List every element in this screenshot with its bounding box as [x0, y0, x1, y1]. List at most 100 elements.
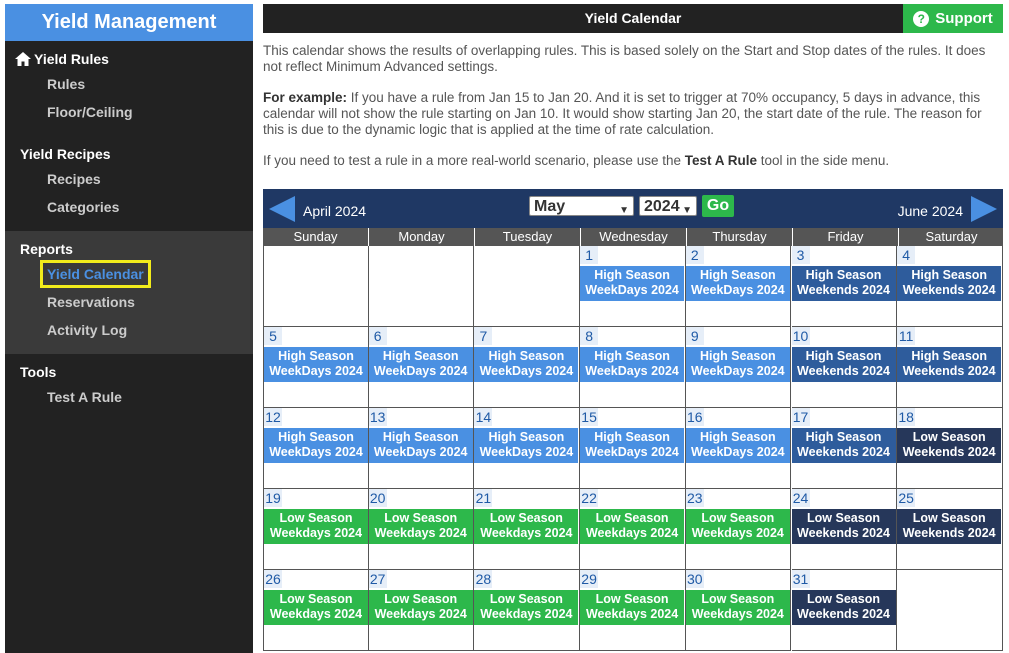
day-number: 30 — [685, 570, 704, 588]
rule-event[interactable]: Low Season Weekdays 2024 — [264, 509, 368, 544]
section-heading-yield-recipes: Yield Recipes — [20, 146, 111, 162]
rule-event[interactable]: High Season Weekends 2024 — [897, 266, 1002, 301]
sidebar-item-rules[interactable]: Rules — [5, 70, 253, 98]
rule-event[interactable]: High Season WeekDays 2024 — [368, 347, 473, 382]
day-cell: 10 High Season Weekends 2024 — [791, 327, 898, 408]
day-number: 4 — [897, 246, 916, 264]
calendar-grid: 1 High Season WeekDays 2024 2 High Season W… — [263, 246, 1003, 651]
month-select[interactable]: May ▼ — [529, 196, 634, 216]
rule-event[interactable]: High Season WeekDays 2024 — [474, 428, 579, 463]
sidebar-item-test-a-rule[interactable]: Test A Rule — [5, 383, 253, 411]
day-cell: 17 High Season Weekends 2024 — [791, 408, 898, 489]
day-number: 10 — [791, 327, 810, 345]
day-cell: 23 Low Season Weekdays 2024 — [685, 489, 792, 570]
rule-event[interactable]: Low Season Weekdays 2024 — [580, 590, 685, 625]
rule-event[interactable]: Low Season Weekdays 2024 — [264, 590, 368, 625]
rule-event[interactable]: High Season Weekends 2024 — [791, 428, 896, 463]
weekday-header: Sunday Monday Tuesday Wednesday Thursday… — [263, 228, 1003, 246]
day-cell: 26 Low Season Weekdays 2024 — [263, 570, 369, 651]
day-cell: 15 High Season WeekDays 2024 — [580, 408, 686, 489]
rule-event[interactable]: Low Season Weekdays 2024 — [474, 590, 579, 625]
day-cell: 2 High Season WeekDays 2024 — [685, 246, 792, 327]
day-cell: 22 Low Season Weekdays 2024 — [580, 489, 686, 570]
rule-event[interactable]: High Season WeekDays 2024 — [264, 428, 368, 463]
weekday-tuesday: Tuesday — [475, 228, 581, 246]
go-button[interactable]: Go — [702, 195, 734, 217]
month-select-value: May — [534, 198, 566, 215]
rule-event[interactable]: Low Season Weekdays 2024 — [474, 509, 579, 544]
rule-event[interactable]: Low Season Weekdays 2024 — [368, 590, 473, 625]
sidebar-item-yield-calendar[interactable]: Yield Calendar — [5, 260, 253, 288]
day-number: 9 — [685, 327, 704, 345]
day-cell: 14 High Season WeekDays 2024 — [474, 408, 581, 489]
day-number: 18 — [897, 408, 916, 426]
day-cell: 28 Low Season Weekdays 2024 — [474, 570, 581, 651]
rule-event[interactable]: High Season WeekDays 2024 — [580, 428, 685, 463]
rule-event[interactable]: High Season WeekDays 2024 — [580, 266, 685, 301]
question-icon: ? — [913, 10, 930, 27]
example-text: If you have a rule from Jan 15 to Jan 20… — [263, 90, 982, 137]
day-cell: 12 High Season WeekDays 2024 — [263, 408, 369, 489]
prev-month-arrow-icon[interactable] — [269, 196, 295, 222]
rule-event[interactable]: High Season Weekends 2024 — [791, 347, 896, 382]
day-number: 27 — [368, 570, 387, 588]
rule-event[interactable]: Low Season Weekends 2024 — [791, 590, 896, 625]
section-yield-rules: Yield Rules Rules Floor/Ceiling — [5, 41, 253, 136]
next-month-arrow-icon[interactable] — [971, 196, 997, 222]
rule-event[interactable]: High Season WeekDays 2024 — [580, 347, 685, 382]
section-heading-yield-rules: Yield Rules — [5, 48, 253, 70]
rule-event[interactable]: Low Season Weekdays 2024 — [685, 509, 790, 544]
day-number: 17 — [791, 408, 810, 426]
chevron-down-icon: ▼ — [682, 205, 692, 216]
sidebar-item-yield-calendar-label[interactable]: Yield Calendar — [40, 260, 151, 288]
day-number: 28 — [474, 570, 493, 588]
empty-day-cell — [368, 246, 475, 327]
section-tools: Tools Test A Rule — [5, 354, 253, 421]
sidebar: Yield Management Yield Rules Rules Floor… — [5, 4, 253, 653]
app-title: Yield Management — [5, 4, 253, 41]
rule-event[interactable]: Low Season Weekdays 2024 — [580, 509, 685, 544]
sidebar-item-categories[interactable]: Categories — [5, 193, 253, 221]
day-number: 31 — [791, 570, 810, 588]
rule-event[interactable]: Low Season Weekends 2024 — [897, 509, 1002, 544]
support-label: Support — [935, 10, 993, 27]
description-paragraph-2: For example: If you have a rule from Jan… — [263, 90, 998, 138]
day-cell: 18 Low Season Weekends 2024 — [897, 408, 1003, 489]
day-number: 22 — [580, 489, 599, 507]
support-button[interactable]: ? Support — [903, 4, 1003, 33]
sidebar-item-activity-log[interactable]: Activity Log — [5, 316, 253, 344]
day-cell: 13 High Season WeekDays 2024 — [368, 408, 475, 489]
test-rule-post: tool in the side menu. — [757, 153, 890, 168]
section-heading-label: Yield Rules — [34, 51, 109, 67]
sidebar-item-recipes[interactable]: Recipes — [5, 165, 253, 193]
description-paragraph-3: If you need to test a rule in a more rea… — [263, 153, 998, 169]
day-number: 19 — [264, 489, 282, 507]
year-select[interactable]: 2024 ▼ — [639, 196, 697, 216]
day-number: 8 — [580, 327, 599, 345]
page-title: Yield Calendar — [584, 10, 682, 26]
rule-event[interactable]: Low Season Weekdays 2024 — [685, 590, 790, 625]
prev-month-link[interactable]: April 2024 — [303, 203, 366, 219]
rule-event[interactable]: High Season WeekDays 2024 — [264, 347, 368, 382]
rule-event[interactable]: High Season WeekDays 2024 — [685, 347, 790, 382]
rule-event[interactable]: High Season WeekDays 2024 — [685, 266, 790, 301]
sidebar-item-reservations[interactable]: Reservations — [5, 288, 253, 316]
day-cell: 11 High Season Weekends 2024 — [897, 327, 1003, 408]
rule-event[interactable]: High Season WeekDays 2024 — [685, 428, 790, 463]
rule-event[interactable]: Low Season Weekdays 2024 — [368, 509, 473, 544]
rule-event[interactable]: High Season Weekends 2024 — [791, 266, 896, 301]
next-month-link[interactable]: June 2024 — [898, 203, 963, 219]
day-number: 21 — [474, 489, 493, 507]
rule-event[interactable]: High Season Weekends 2024 — [897, 347, 1002, 382]
weekday-saturday: Saturday — [925, 229, 978, 244]
description: This calendar shows the results of overl… — [263, 43, 998, 184]
day-cell: 6 High Season WeekDays 2024 — [368, 327, 475, 408]
day-number: 16 — [685, 408, 704, 426]
rule-event[interactable]: High Season WeekDays 2024 — [368, 428, 473, 463]
rule-event[interactable]: High Season WeekDays 2024 — [474, 347, 579, 382]
day-number: 29 — [580, 570, 599, 588]
day-cell: 4 High Season Weekends 2024 — [897, 246, 1003, 327]
rule-event[interactable]: Low Season Weekends 2024 — [791, 509, 896, 544]
rule-event[interactable]: Low Season Weekends 2024 — [897, 428, 1002, 463]
sidebar-item-floor-ceiling[interactable]: Floor/Ceiling — [5, 98, 253, 126]
